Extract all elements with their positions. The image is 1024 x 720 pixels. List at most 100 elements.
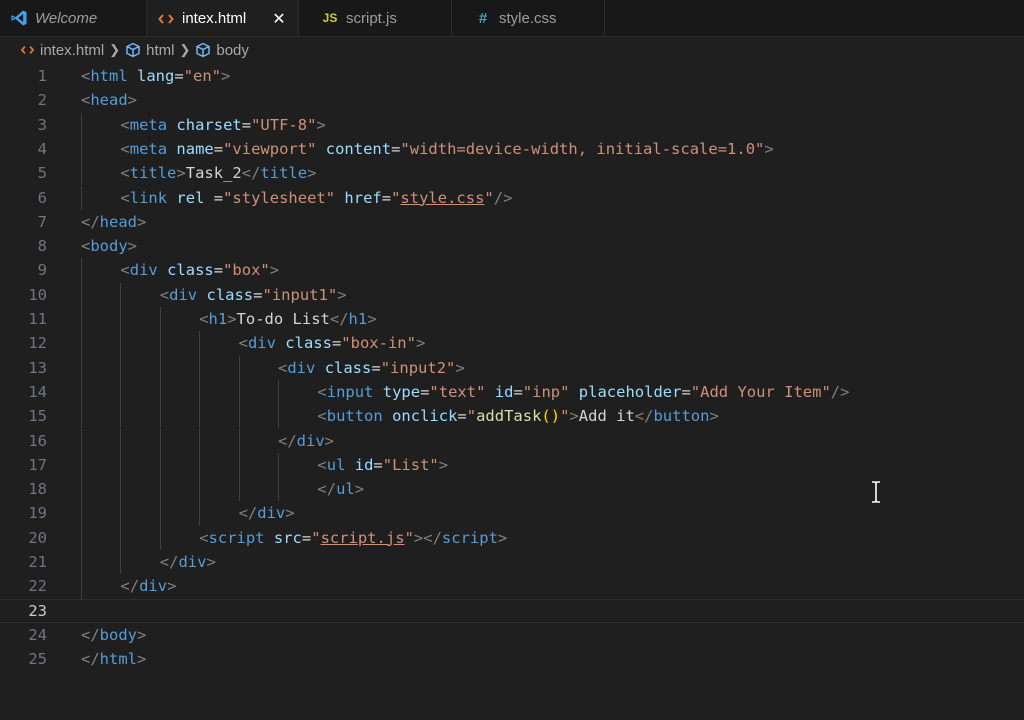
string-value: "en" <box>183 67 222 85</box>
attribute-name: src <box>273 528 302 547</box>
code-line[interactable]: 25 </html> <box>0 647 1024 671</box>
bracket: </ <box>238 504 258 523</box>
file-link[interactable]: script.js <box>321 529 405 547</box>
attribute-name: class <box>167 261 214 280</box>
line-number: 21 <box>28 553 47 571</box>
close-tab-icon[interactable]: ✕ <box>270 9 288 29</box>
tab-style-css[interactable]: # style.css <box>452 0 605 36</box>
bracket: > <box>285 504 295 523</box>
breadcrumb-body[interactable]: body <box>195 42 249 59</box>
text-content: = <box>204 188 224 207</box>
bracket: > <box>127 237 138 256</box>
tag-name: input <box>326 382 374 401</box>
tag-name: div <box>129 261 158 280</box>
tag-name: div <box>247 334 276 353</box>
code-line[interactable]: 5 <title>Task_2</title> <box>0 161 1024 185</box>
breadcrumb-file[interactable]: intex.html <box>20 42 104 59</box>
string-value: "Add Your Item" <box>690 382 831 401</box>
indent-guide <box>120 355 122 380</box>
indent-guide <box>120 452 122 478</box>
breadcrumb-file-label: intex.html <box>40 41 105 59</box>
indent-guide <box>81 404 82 429</box>
code-line[interactable]: 19 </div> <box>0 501 1024 525</box>
code-line[interactable]: 7 </head> <box>0 210 1024 234</box>
indent-guide <box>238 379 240 405</box>
indent-guide <box>120 379 122 405</box>
code-line[interactable]: 21 </div> <box>0 550 1024 574</box>
code-editor[interactable]: 1 <html lang="en"> 2 <head> 3 <meta charset="… <box>0 64 1024 720</box>
line-number: 25 <box>28 650 47 669</box>
code-line[interactable]: 15 <button onclick="addTask()">Add it</bu… <box>0 404 1024 428</box>
code-line[interactable]: 12 <div class="box-in"> <box>0 331 1024 355</box>
code-line[interactable]: 4 <meta name="viewport" content="width=de… <box>0 137 1024 161</box>
code-line[interactable]: 8 <body> <box>0 234 1024 258</box>
indent-guide <box>81 161 82 186</box>
bracket: > <box>137 625 147 644</box>
bracket: < <box>81 67 91 85</box>
text-content <box>316 140 325 158</box>
indent-guide <box>81 501 82 526</box>
attribute-name: id <box>494 382 514 401</box>
tab-welcome[interactable]: Welcome <box>0 0 147 36</box>
bracket: > <box>438 455 449 474</box>
bracket: < <box>81 237 91 256</box>
text-content: = <box>213 139 224 158</box>
tag-name: div <box>257 504 286 523</box>
bracket: </ <box>241 164 261 183</box>
code-line[interactable]: 16 </div> <box>0 429 1024 453</box>
code-text: <div class="box-in"> <box>239 331 426 355</box>
tab-intex-html[interactable]: intex.html ✕ <box>147 0 299 36</box>
code-line[interactable]: 24 </body> <box>0 623 1024 647</box>
code-line[interactable]: 14 <input type="text" id="inp" placeholde… <box>0 380 1024 404</box>
attribute-name: rel <box>176 188 205 207</box>
line-number: 23 <box>28 601 47 620</box>
js-file-icon: JS <box>322 11 338 25</box>
bracket: > <box>206 553 216 571</box>
code-line[interactable]: 22 </div> <box>0 574 1024 598</box>
tab-script-js[interactable]: JS script.js <box>299 0 452 36</box>
bracket: < <box>159 285 170 304</box>
indent-guide <box>278 452 279 478</box>
text-content <box>265 529 274 547</box>
code-line[interactable]: 2 <head> <box>0 88 1024 112</box>
indent-guide <box>120 404 122 429</box>
bracket: </ <box>81 650 100 669</box>
indent-guide <box>199 428 201 453</box>
indent-guide <box>199 501 201 526</box>
tag-name: div <box>139 577 168 596</box>
bracket: < <box>317 382 327 401</box>
code-line[interactable]: 3 <meta charset="UTF-8"> <box>0 113 1024 137</box>
indent-guide <box>238 404 240 429</box>
tag-name: button <box>653 407 710 426</box>
text-content <box>167 140 176 158</box>
string-value: "UTF-8" <box>251 115 317 134</box>
code-text: <div class="input1"> <box>160 283 347 307</box>
code-text: <body> <box>81 234 137 258</box>
string-value: "stylesheet" <box>223 188 336 207</box>
code-line[interactable]: 10 <div class="input1"> <box>0 283 1024 307</box>
tab-label: style.css <box>499 9 557 27</box>
element-cube-icon <box>125 42 141 58</box>
text-content <box>383 407 392 425</box>
file-link[interactable]: style.css <box>400 189 484 207</box>
code-line[interactable]: 11 <h1>To-do List</h1> <box>0 307 1024 331</box>
text-content: = <box>213 261 224 280</box>
code-line[interactable]: 1 <html lang="en"> <box>0 64 1024 88</box>
indent-guide <box>278 477 279 502</box>
code-line[interactable]: 9 <div class="box"> <box>0 258 1024 282</box>
code-line[interactable]: 17 <ul id="List"> <box>0 453 1024 477</box>
indent-guide <box>159 355 161 380</box>
bracket: < <box>238 334 248 353</box>
indent-guide <box>199 452 201 478</box>
line-number: 8 <box>37 237 47 256</box>
code-line[interactable]: 13 <div class="input2"> <box>0 356 1024 380</box>
text-cursor-icon <box>872 481 880 503</box>
current-code-line[interactable]: 23 <box>0 599 1024 623</box>
code-line[interactable]: 20 <script src="script.js"></script> <box>0 526 1024 550</box>
tag-name: h1 <box>348 310 368 328</box>
attribute-name: lang <box>137 67 175 85</box>
bracket: < <box>199 528 209 547</box>
breadcrumb-html[interactable]: html <box>125 42 174 59</box>
code-line[interactable]: 6 <link rel ="stylesheet" href="style.css… <box>0 186 1024 210</box>
indent-guide <box>199 331 201 356</box>
